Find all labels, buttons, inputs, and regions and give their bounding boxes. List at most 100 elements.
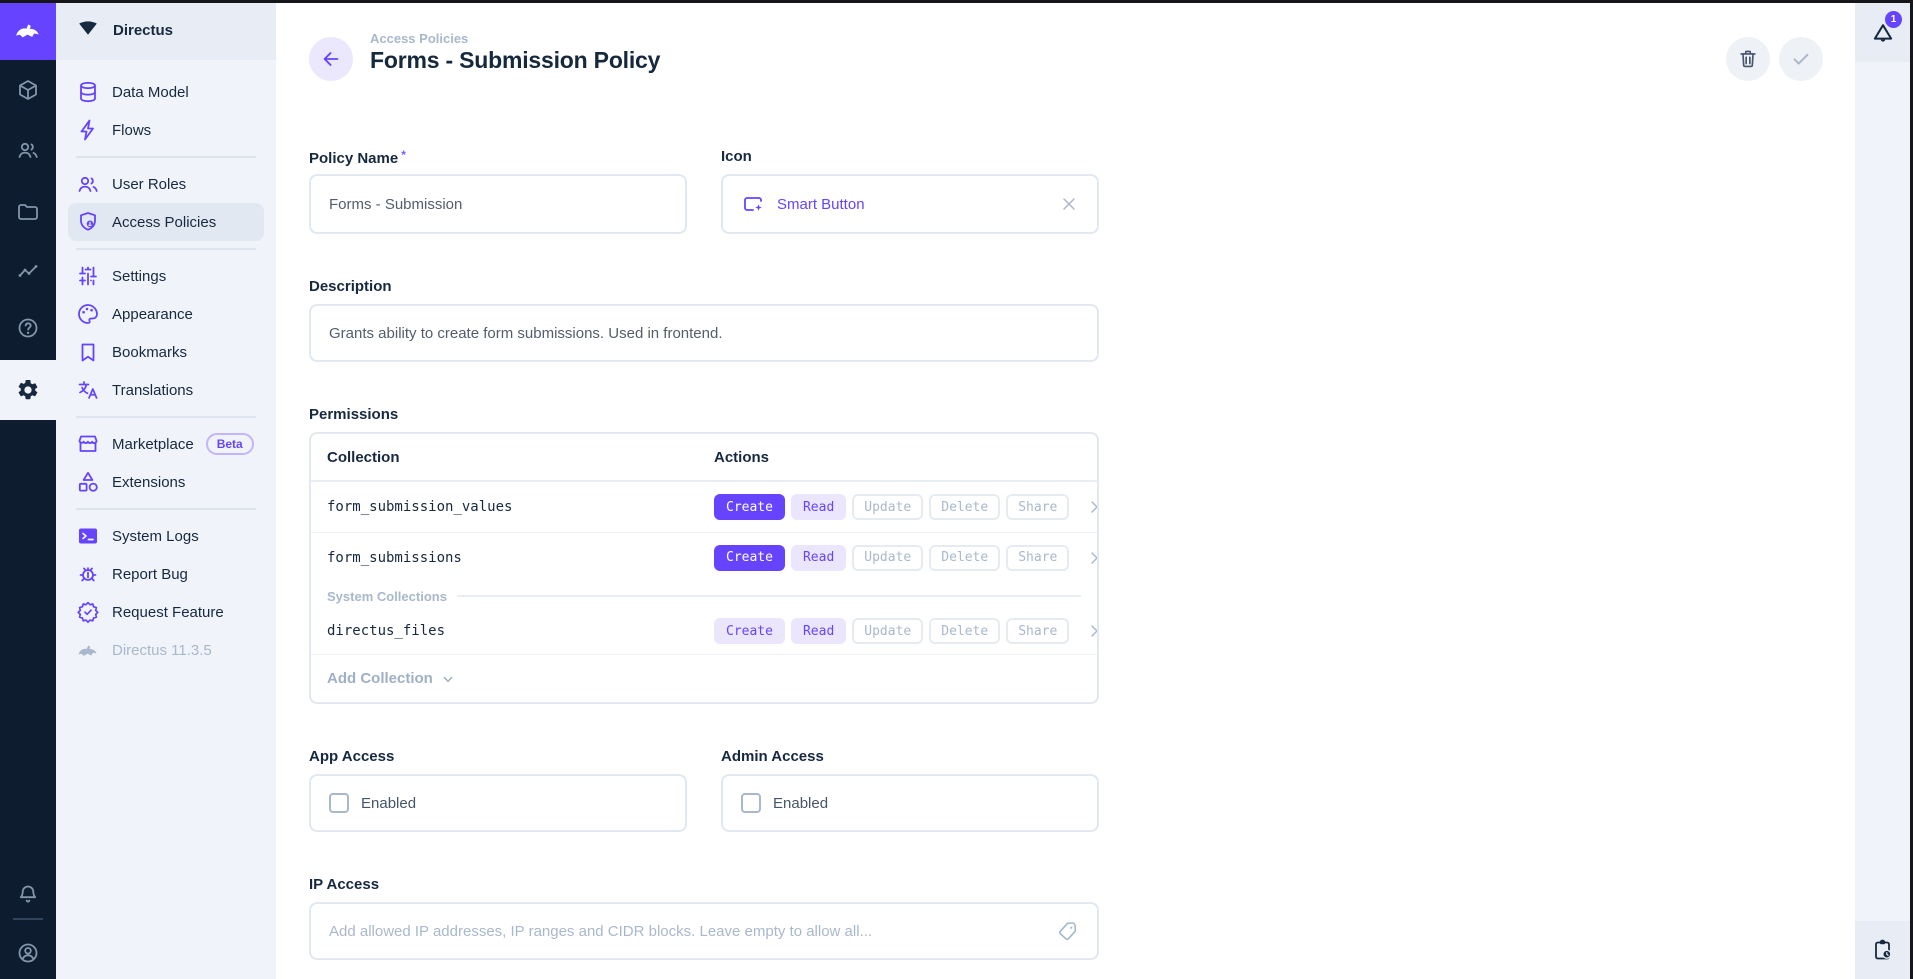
action-chip-update[interactable]: Update <box>852 618 923 644</box>
module-users-button[interactable] <box>0 122 56 178</box>
permission-row: form_submissionsCreateReadUpdateDeleteSh… <box>311 532 1097 582</box>
permission-row: form_submission_valuesCreateReadUpdateDe… <box>311 482 1097 532</box>
action-chip-delete[interactable]: Delete <box>929 545 1000 571</box>
back-button[interactable] <box>309 37 353 81</box>
description-input[interactable] <box>329 325 1079 342</box>
system-collections-label: System Collections <box>327 589 447 604</box>
check-icon <box>1790 48 1812 70</box>
policy-name-field <box>309 174 687 234</box>
ip-access-input[interactable] <box>329 923 1057 940</box>
beta-badge: Beta <box>206 433 254 455</box>
clear-icon[interactable] <box>1059 194 1079 214</box>
trash-icon <box>1737 48 1759 70</box>
sidebar-item-request-feature[interactable]: Request Feature <box>68 593 264 631</box>
remove-collection-icon[interactable] <box>1087 621 1099 641</box>
app-access-label: App Access <box>309 748 687 768</box>
sidebar-item-access-policies[interactable]: Access Policies <box>68 203 264 241</box>
module-bar-divider <box>13 918 43 920</box>
module-settings-button[interactable] <box>0 360 56 420</box>
sidebar-divider <box>76 156 256 158</box>
action-chip-update[interactable]: Update <box>852 494 923 520</box>
sidebar-item-appearance[interactable]: Appearance <box>68 295 264 333</box>
admin-access-field: Enabled <box>721 774 1099 832</box>
app-access-checkbox-label: Enabled <box>361 795 416 812</box>
module-bar <box>0 0 56 979</box>
module-files-button[interactable] <box>0 184 56 240</box>
column-header-collection: Collection <box>327 449 714 466</box>
action-chip-share[interactable]: Share <box>1006 494 1069 520</box>
sidebar-item-data-model[interactable]: Data Model <box>68 73 264 111</box>
shield-lock-icon <box>76 210 100 234</box>
toolbar <box>1726 37 1823 81</box>
sidebar-item-report-bug[interactable]: Report Bug <box>68 555 264 593</box>
clipboard-clock-icon <box>1871 938 1895 962</box>
module-insights-button[interactable] <box>0 244 56 300</box>
project-icon <box>76 18 100 42</box>
delete-button[interactable] <box>1726 37 1770 81</box>
collection-name: form_submission_values <box>327 499 714 515</box>
arrow-left-icon <box>320 48 342 70</box>
action-chip-create[interactable]: Create <box>714 545 785 571</box>
module-content-button[interactable] <box>0 62 56 118</box>
app-access-checkbox[interactable] <box>329 793 349 813</box>
action-chip-create[interactable]: Create <box>714 618 785 644</box>
action-chip-read[interactable]: Read <box>791 618 846 644</box>
sidebar-item-flows[interactable]: Flows <box>68 111 264 149</box>
window-top-edge <box>0 0 1913 3</box>
sidebar-item-settings[interactable]: Settings <box>68 257 264 295</box>
system-collections-divider: System Collections <box>311 584 1097 608</box>
sidebar-divider <box>76 416 256 418</box>
action-chip-share[interactable]: Share <box>1006 545 1069 571</box>
action-chip-update[interactable]: Update <box>852 545 923 571</box>
sidebar-item-user-roles[interactable]: User Roles <box>68 165 264 203</box>
category-icon <box>76 470 100 494</box>
sidebar-item-system-logs[interactable]: System Logs <box>68 517 264 555</box>
add-collection-button[interactable]: Add Collection <box>311 654 1097 702</box>
remove-collection-icon[interactable] <box>1087 548 1099 568</box>
admin-access-checkbox[interactable] <box>741 793 761 813</box>
people-icon <box>76 172 100 196</box>
notifications-bell-button[interactable] <box>0 866 56 922</box>
action-chip-read[interactable]: Read <box>791 494 846 520</box>
sidebar-item-marketplace[interactable]: Marketplace Beta <box>68 425 264 463</box>
remove-collection-icon[interactable] <box>1087 497 1099 517</box>
policy-name-input[interactable] <box>329 196 667 213</box>
icon-label: Icon <box>721 148 1099 168</box>
database-icon <box>76 80 100 104</box>
policy-name-label: Policy Name* <box>309 148 687 168</box>
version-info: Directus 11.3.5 <box>68 631 264 669</box>
activity-log-button[interactable] <box>1855 921 1910 979</box>
sidebar-divider <box>76 508 256 510</box>
main-content: Access Policies Forms - Submission Polic… <box>276 3 1855 979</box>
directus-logo[interactable] <box>0 0 56 60</box>
module-docs-button[interactable] <box>0 300 56 356</box>
sidebar-item-translations[interactable]: Translations <box>68 371 264 409</box>
sidebar-item-bookmarks[interactable]: Bookmarks <box>68 333 264 371</box>
required-asterisk: * <box>401 148 406 162</box>
tune-icon <box>76 264 100 288</box>
new-releases-icon <box>76 600 100 624</box>
notifications-sidebar: 1 <box>1855 3 1910 979</box>
account-button[interactable] <box>0 925 56 979</box>
action-chip-create[interactable]: Create <box>714 494 785 520</box>
notifications-drawer-button[interactable]: 1 <box>1855 3 1910 62</box>
icon-field[interactable]: Smart Button <box>721 174 1099 234</box>
permission-row: directus_filesCreateReadUpdateDeleteShar… <box>311 608 1097 654</box>
action-chip-share[interactable]: Share <box>1006 618 1069 644</box>
breadcrumb: Access Policies <box>370 31 660 46</box>
bolt-icon <box>76 118 100 142</box>
action-chip-read[interactable]: Read <box>791 545 846 571</box>
rabbit-icon <box>76 638 100 662</box>
save-button[interactable] <box>1779 37 1823 81</box>
page-title: Forms - Submission Policy <box>370 47 660 74</box>
sidebar-item-extensions[interactable]: Extensions <box>68 463 264 501</box>
ip-access-label: IP Access <box>309 876 1099 896</box>
action-chip-delete[interactable]: Delete <box>929 494 1000 520</box>
terminal-icon <box>76 524 100 548</box>
description-label: Description <box>309 278 1099 298</box>
action-chip-delete[interactable]: Delete <box>929 618 1000 644</box>
description-field <box>309 304 1099 362</box>
notification-count-badge: 1 <box>1885 11 1902 28</box>
tag-icon[interactable] <box>1057 920 1079 942</box>
project-header[interactable]: Directus <box>56 0 276 60</box>
